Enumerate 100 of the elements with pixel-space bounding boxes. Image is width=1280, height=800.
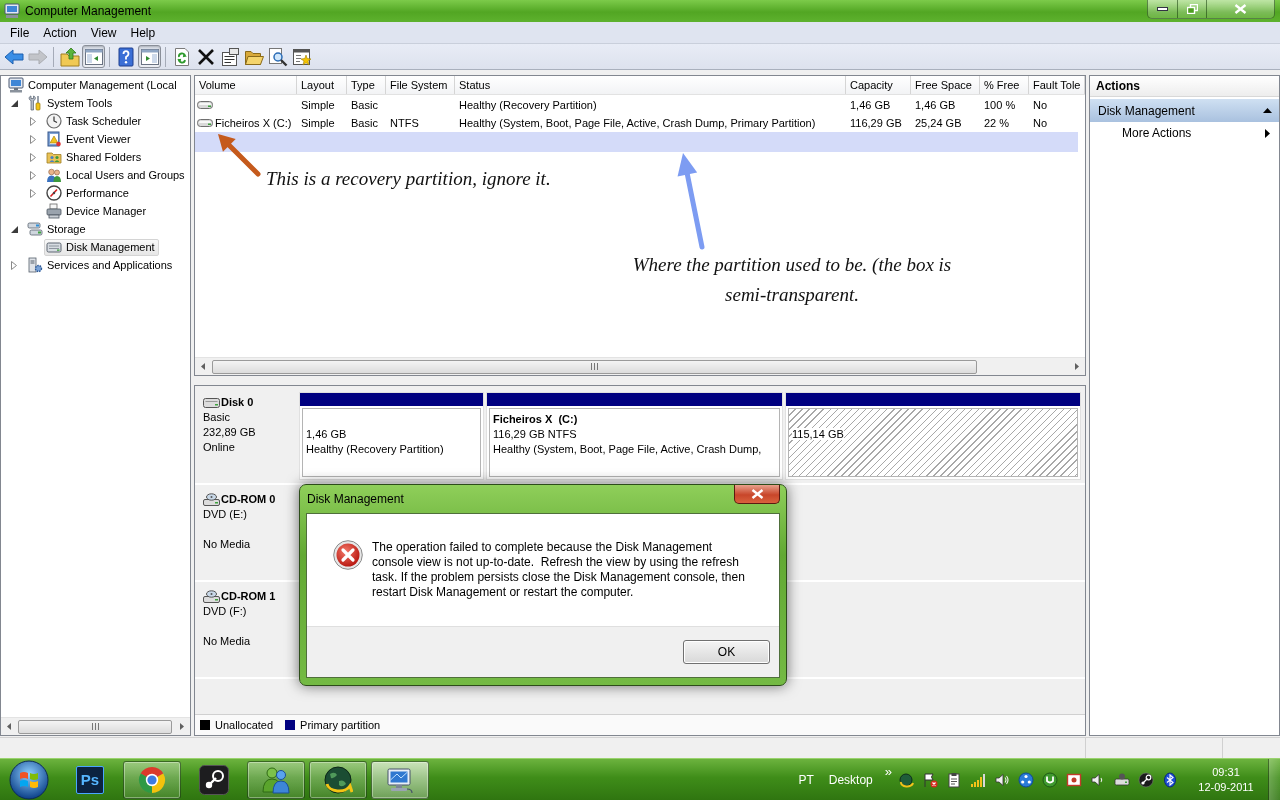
annotation-text: Where the partition used to be. (the box is semi-transparent. xyxy=(631,253,953,307)
dialog-title: Disk Management xyxy=(307,492,404,506)
language-indicator[interactable]: PT xyxy=(798,772,814,787)
collapsed-caret-icon[interactable] xyxy=(30,152,36,162)
column-header[interactable]: Free Space xyxy=(911,76,980,94)
menu-item[interactable]: Help xyxy=(123,23,163,42)
table-cell: 1,46 GB xyxy=(850,99,891,111)
close-icon xyxy=(1234,4,1247,14)
clipboard-icon[interactable] xyxy=(946,771,962,788)
tree-item[interactable]: Performance xyxy=(44,184,133,202)
disk-name: CD-ROM 1 xyxy=(221,589,276,604)
close-button[interactable] xyxy=(734,485,780,504)
flag-icon[interactable] xyxy=(922,771,938,788)
expanded-caret-icon[interactable] xyxy=(10,225,18,233)
collapsed-caret-icon[interactable] xyxy=(11,260,17,270)
column-header[interactable]: Status xyxy=(455,76,846,94)
action-item[interactable]: More Actions xyxy=(1090,122,1279,144)
people-icon xyxy=(261,764,291,795)
dialog-button[interactable]: OK xyxy=(683,640,770,664)
tree-item[interactable]: Disk Management xyxy=(44,238,159,256)
tree-item[interactable]: Shared Folders xyxy=(44,148,146,166)
table-cell: No xyxy=(1033,99,1048,111)
tree-item[interactable]: System Tools xyxy=(25,94,117,112)
disk-type: DVD (F:) xyxy=(203,604,247,619)
show-desktop-button[interactable] xyxy=(1268,759,1280,800)
back-icon xyxy=(3,46,24,67)
tree-item[interactable]: Storage xyxy=(25,220,90,238)
tree-item[interactable]: Task Scheduler xyxy=(44,112,146,130)
column-header[interactable]: Layout xyxy=(297,76,347,94)
collapse-caret-icon[interactable] xyxy=(1263,108,1272,113)
clock-date[interactable]: 12-09-2011 xyxy=(1198,781,1254,793)
menu-item[interactable]: File xyxy=(3,23,37,42)
users-icon xyxy=(46,167,62,183)
event-log-icon xyxy=(46,131,62,147)
disk-name: Disk 0 xyxy=(221,395,254,410)
bluetooth-icon[interactable] xyxy=(1162,771,1178,788)
tree-item[interactable]: Services and Applications xyxy=(25,256,177,274)
tree-item[interactable]: Computer Management (Local xyxy=(6,76,181,94)
round-logo-icon[interactable] xyxy=(1042,771,1058,788)
legend-label: Unallocated xyxy=(215,719,274,731)
toolbar-label[interactable]: Desktop xyxy=(828,772,873,787)
collapsed-caret-icon[interactable] xyxy=(30,134,36,144)
disk-drive-icon xyxy=(46,239,62,255)
folder-up-icon xyxy=(59,46,80,67)
partition[interactable]: Ficheiros X (C:) 116,29 GB NTFS Healthy (System, Boot, Page File, Active, Crash Dump, xyxy=(486,392,783,480)
shared-folder-icon xyxy=(46,149,62,165)
tree-item[interactable]: Local Users and Groups xyxy=(44,166,189,184)
table-cell: Simple xyxy=(301,117,335,129)
scroll-thumb[interactable] xyxy=(212,359,977,374)
grip-icon xyxy=(591,363,598,370)
window-title: Computer Management xyxy=(25,4,152,18)
column-header[interactable]: Volume xyxy=(195,76,297,94)
partition-size: 116,29 GB NTFS xyxy=(493,428,577,440)
tree-item[interactable]: Event Viewer xyxy=(44,130,135,148)
scroll-thumb[interactable] xyxy=(18,719,172,734)
settings-icon xyxy=(291,46,312,67)
taskbar-button[interactable] xyxy=(309,760,367,799)
submenu-arrow-icon xyxy=(1265,128,1270,138)
expanded-caret-icon[interactable] xyxy=(10,99,18,107)
annotation-text: This is a recovery partition, ignore it. xyxy=(266,168,551,190)
menu-item[interactable]: View xyxy=(83,23,124,42)
disk-name: CD-ROM 0 xyxy=(221,492,276,507)
dots-circle-icon[interactable] xyxy=(1018,771,1034,788)
chevron-button[interactable]: » xyxy=(884,764,892,779)
column-header[interactable]: Capacity xyxy=(846,76,911,94)
collapsed-caret-icon[interactable] xyxy=(30,170,36,180)
close-icon xyxy=(750,489,764,499)
menu-item[interactable]: Action xyxy=(36,23,84,42)
column-header[interactable]: % Free xyxy=(980,76,1029,94)
column-header[interactable]: Fault Tole xyxy=(1029,76,1085,94)
signal-icon[interactable] xyxy=(970,771,986,788)
search-icon xyxy=(267,46,288,67)
collapsed-caret-icon[interactable] xyxy=(30,116,36,126)
record-icon[interactable] xyxy=(1066,771,1082,788)
taskbar-button[interactable]: Ps xyxy=(61,760,119,799)
table-row[interactable]: Ficheiros X (C:) Simple Basic NTFS Healthy (System, Boot, Page File, Active, Crash Dump, Primary Partition) 116,29 GB 25,24 GB 22 % No xyxy=(195,114,1078,132)
speaker-icon[interactable] xyxy=(994,771,1010,788)
table-row[interactable]: Simple Basic Healthy (Recovery Partition) 1,46 GB 1,46 GB 100 % No xyxy=(195,96,1078,114)
action-section[interactable]: Disk Management xyxy=(1090,99,1279,122)
column-header[interactable]: Type xyxy=(347,76,386,94)
minimize-button[interactable] xyxy=(1147,0,1178,19)
partition-status: Healthy (System, Boot, Page File, Active, Crash Dump, xyxy=(493,443,762,455)
tree-item[interactable]: Device Manager xyxy=(44,202,151,220)
restore-button[interactable] xyxy=(1178,0,1207,19)
toolbar-button[interactable] xyxy=(266,45,289,68)
disk-status: Online xyxy=(203,440,235,455)
cd-drive-icon xyxy=(203,589,220,604)
scrollbar[interactable] xyxy=(195,357,1085,375)
partition[interactable]: 1,46 GB Healthy (Recovery Partition) xyxy=(299,392,484,480)
device-icon xyxy=(46,203,62,219)
scrollbar[interactable] xyxy=(1,717,190,735)
collapsed-caret-icon[interactable] xyxy=(30,188,36,198)
globe-icon[interactable] xyxy=(898,771,914,788)
drive-icon[interactable] xyxy=(1114,771,1130,788)
logo-icon[interactable] xyxy=(1138,771,1154,788)
unallocated-space[interactable]: 115,14 GB xyxy=(785,392,1081,480)
start-button[interactable] xyxy=(8,759,50,800)
clock-time[interactable]: 09:31 xyxy=(1212,766,1240,778)
browser-icon xyxy=(137,764,167,795)
column-header[interactable]: File System xyxy=(386,76,455,94)
